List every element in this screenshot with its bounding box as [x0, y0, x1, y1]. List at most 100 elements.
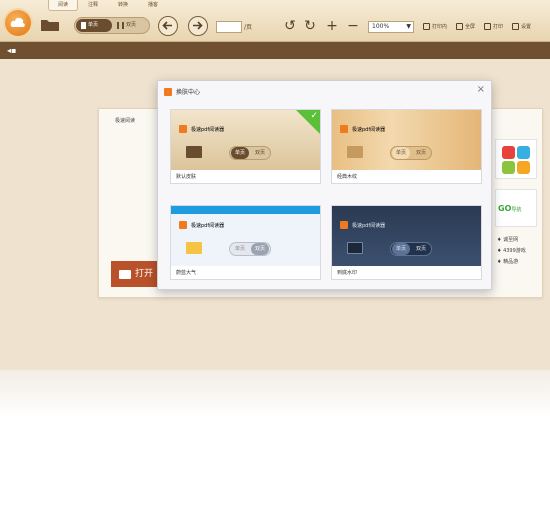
skin-label: 经典木纹	[337, 174, 358, 180]
preview-single: 单页	[235, 246, 246, 252]
app-logo[interactable]	[5, 10, 31, 36]
dialog-title: 换肤中心	[176, 89, 201, 96]
open-file-label: 打开	[135, 269, 154, 279]
preview-title: 极速pdf阅读器	[340, 125, 385, 133]
page-number-input[interactable]	[216, 21, 242, 33]
zoom-out-icon[interactable]: −	[345, 18, 361, 34]
tool-settings[interactable]: 设置	[512, 23, 531, 30]
preview-app-name: 极速pdf阅读器	[352, 222, 386, 229]
double-page-button[interactable]: 双页	[112, 19, 141, 32]
skin-preview: 极速pdf阅读器 单页 双页	[332, 110, 481, 170]
ad-logo-block	[502, 161, 515, 174]
preview-toggle: 单页 双页	[229, 242, 272, 256]
arrow-left-icon	[162, 21, 172, 30]
single-page-button[interactable]: 单页	[76, 19, 112, 32]
cloud-icon	[10, 17, 25, 27]
preview-app-name: 极速pdf阅读器	[352, 126, 386, 133]
printer-icon	[484, 23, 491, 30]
ad-tile-1[interactable]	[495, 139, 537, 179]
skin-label: 默认皮肤	[176, 174, 197, 180]
skin-label: 蔚蓝大气	[176, 270, 197, 276]
dialog-title-bar: 换肤中心	[164, 87, 200, 96]
prev-page-button[interactable]	[158, 16, 178, 36]
tool-print-in[interactable]: 打印内	[423, 23, 447, 30]
tool-settings-label: 设置	[521, 24, 532, 30]
double-page-label: 双页	[126, 22, 137, 28]
ad-logo-block	[517, 161, 530, 174]
tool-fullscreen-label: 全屏	[465, 24, 476, 30]
link-item[interactable]: ♦ 4399游戏	[497, 246, 526, 257]
gear-icon	[512, 23, 519, 30]
app-badge-icon	[179, 125, 187, 133]
preview-title: 极速pdf阅读器	[179, 221, 224, 229]
ad-logo-block	[502, 146, 515, 159]
tool-print[interactable]: 打印	[484, 23, 503, 30]
link-item[interactable]: ♦ 精品游	[497, 257, 526, 268]
tool-print-label: 打印	[493, 24, 504, 30]
preview-title: 极速pdf阅读器	[179, 125, 224, 133]
app-badge-icon	[340, 125, 348, 133]
page-icon	[81, 22, 86, 29]
skin-center-dialog: 换肤中心 × 极速pdf阅读器 单页 双页 ✓ 默认皮肤 极速pdf阅读器 单页…	[157, 80, 492, 290]
preview-single: 单页	[392, 147, 411, 159]
pin-icon[interactable]: ◂▪	[7, 46, 16, 55]
link-item[interactable]: ♦ 诚至网	[497, 235, 526, 246]
single-page-label: 单页	[88, 22, 99, 28]
tool-print-in-label: 打印内	[432, 24, 448, 30]
folder-icon	[347, 242, 363, 254]
preview-double: 双页	[416, 150, 427, 156]
skin-option-default[interactable]: 极速pdf阅读器 单页 双页 ✓ 默认皮肤	[170, 109, 321, 184]
preview-toggle: 单页 双页	[229, 146, 272, 160]
start-page-header: 极速阅读	[115, 118, 136, 124]
preview-title: 极速pdf阅读器	[340, 221, 385, 229]
checkmark-icon: ✓	[310, 111, 318, 121]
ad-tile-2[interactable]: GO导航	[495, 189, 537, 227]
menu-tabs: 阅读 注释 转换 播客	[48, 0, 168, 11]
tab-podcast[interactable]: 播客	[138, 0, 168, 11]
skin-option-dark[interactable]: 极速pdf阅读器 单页 双页 到底水印	[331, 205, 482, 280]
view-mode-toggle[interactable]: 单页 双页	[74, 17, 150, 34]
double-page-icon	[117, 22, 124, 29]
skin-preview: 极速pdf阅读器 单页 双页 ✓	[171, 110, 320, 170]
zoom-in-icon[interactable]: +	[324, 18, 340, 34]
folder-icon	[186, 146, 202, 158]
zoom-select[interactable]: 100% ▼	[368, 21, 414, 33]
fullscreen-icon	[456, 23, 463, 30]
tab-read[interactable]: 阅读	[48, 0, 78, 11]
preview-toggle: 单页 双页	[390, 146, 433, 160]
main-toolbar: 阅读 注释 转换 播客 单页 双页 /页 ↺ ↻ + − 100% ▼ 打印内 …	[0, 0, 550, 42]
app-badge-icon	[340, 221, 348, 229]
arrow-right-icon	[193, 21, 203, 30]
preview-double: 双页	[255, 150, 266, 156]
blank-area	[0, 370, 550, 530]
preview-single: 单页	[392, 243, 411, 255]
tab-annotate[interactable]: 注释	[78, 0, 108, 11]
close-icon[interactable]: ×	[477, 84, 485, 96]
chevron-down-icon: ▼	[406, 23, 411, 30]
preview-app-name: 极速pdf阅读器	[191, 126, 225, 133]
print-in-icon	[423, 23, 430, 30]
preview-app-name: 极速pdf阅读器	[191, 222, 225, 229]
preview-double: 双页	[416, 246, 427, 252]
ad-tile-2-text: GO	[498, 204, 512, 213]
rotate-left-icon[interactable]: ↺	[282, 18, 298, 34]
app-badge-icon	[164, 87, 172, 96]
rotate-right-icon[interactable]: ↻	[302, 18, 318, 34]
pdf-reader-window: 阅读 注释 转换 播客 单页 双页 /页 ↺ ↻ + − 100% ▼ 打印内 …	[0, 0, 550, 370]
next-page-button[interactable]	[188, 16, 208, 36]
preview-toggle: 单页 双页	[390, 242, 433, 256]
ad-tile-2-subtext: 导航	[511, 207, 522, 213]
skin-option-blue[interactable]: 极速pdf阅读器 单页 双页 蔚蓝大气	[170, 205, 321, 280]
preview-double: 双页	[251, 243, 270, 255]
preview-single: 单页	[231, 147, 250, 159]
skin-option-wood[interactable]: 极速pdf阅读器 单页 双页 经典木纹	[331, 109, 482, 184]
skin-label: 到底水印	[337, 270, 358, 276]
open-folder-icon[interactable]	[40, 17, 60, 32]
skin-preview: 极速pdf阅读器 单页 双页	[171, 206, 320, 266]
tab-convert[interactable]: 转换	[108, 0, 138, 11]
folder-icon	[347, 146, 363, 158]
folder-icon	[186, 242, 202, 254]
secondary-bar: ◂▪	[0, 42, 550, 59]
tool-fullscreen[interactable]: 全屏	[456, 23, 475, 30]
app-badge-icon	[179, 221, 187, 229]
